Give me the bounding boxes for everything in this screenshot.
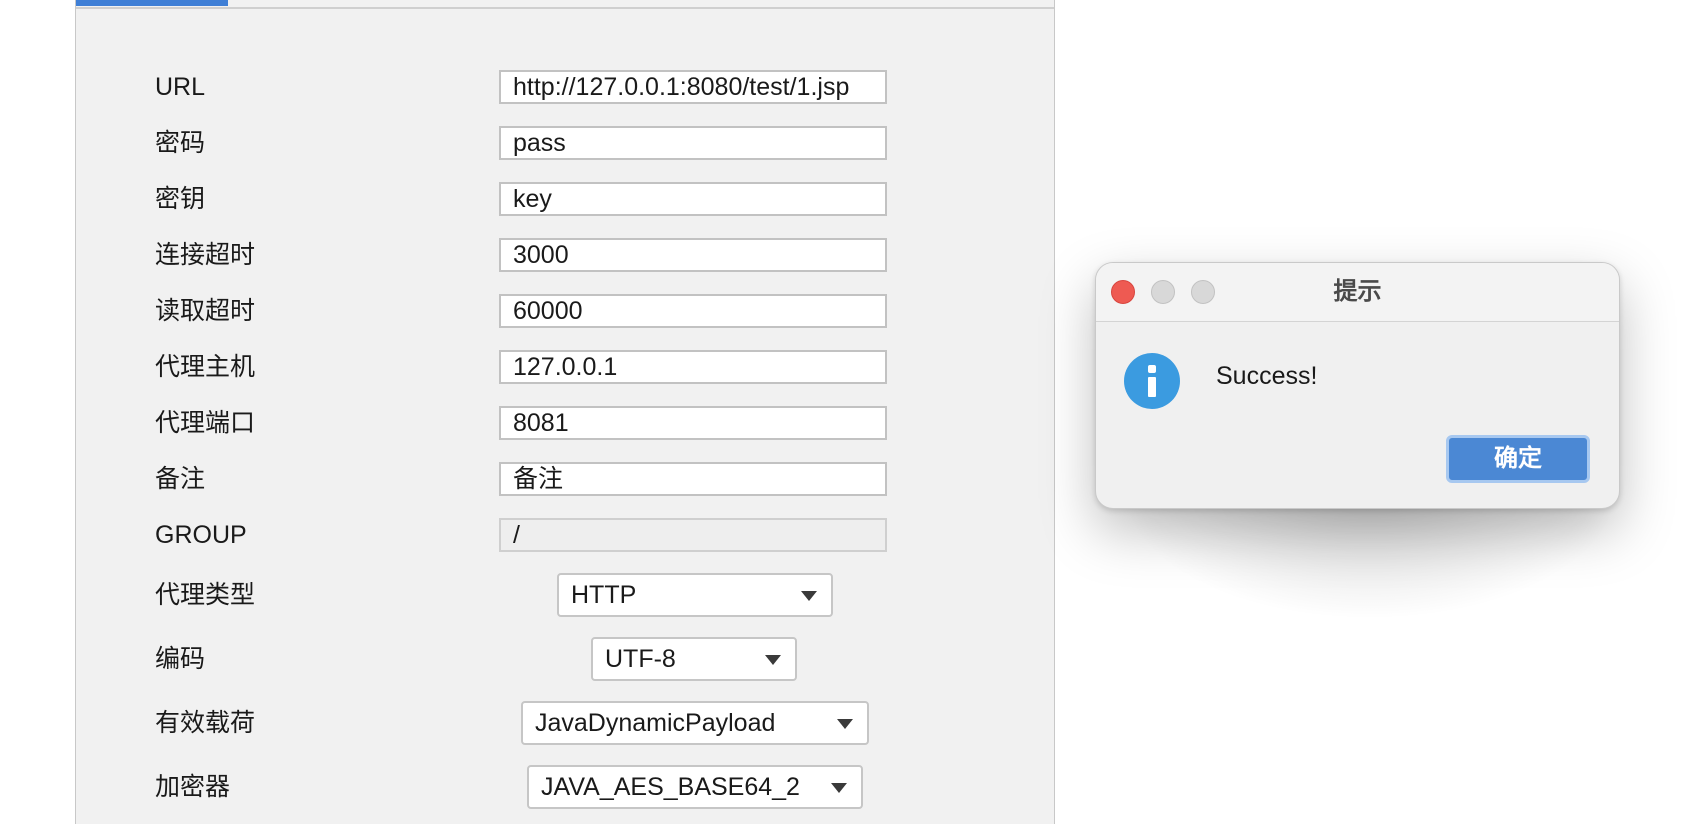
chevron-down-icon bbox=[831, 783, 847, 793]
close-window-button[interactable] bbox=[1111, 280, 1135, 304]
proxy-type-label: 代理类型 bbox=[155, 581, 256, 609]
zoom-window-button[interactable] bbox=[1191, 280, 1215, 304]
encoding-label: 编码 bbox=[155, 645, 206, 673]
shell-config-panel: URL http://127.0.0.1:8080/test/1.jsp 密码 … bbox=[75, 0, 1055, 824]
read-timeout-field[interactable]: 60000 bbox=[499, 294, 887, 328]
cryption-label: 加密器 bbox=[155, 773, 231, 801]
payload-value: JavaDynamicPayload bbox=[535, 709, 776, 737]
key-field[interactable]: key bbox=[499, 182, 887, 216]
proxy-port-label: 代理端口 bbox=[155, 409, 256, 437]
confirm-button[interactable]: 确定 bbox=[1446, 435, 1590, 483]
key-label: 密钥 bbox=[155, 185, 206, 213]
note-label: 备注 bbox=[155, 465, 206, 493]
encoding-select[interactable]: UTF-8 bbox=[591, 637, 797, 681]
proxy-host-label: 代理主机 bbox=[155, 353, 256, 381]
proxy-port-field[interactable]: 8081 bbox=[499, 406, 887, 440]
proxy-type-select[interactable]: HTTP bbox=[557, 573, 833, 617]
password-label: 密码 bbox=[155, 129, 206, 157]
connect-timeout-label: 连接超时 bbox=[155, 241, 256, 269]
dialog-message: Success! bbox=[1216, 362, 1318, 390]
tab-strip bbox=[76, 0, 1054, 9]
minimize-window-button[interactable] bbox=[1151, 280, 1175, 304]
password-field[interactable]: pass bbox=[499, 126, 887, 160]
active-tab-indicator[interactable] bbox=[76, 0, 228, 6]
message-dialog: 提示 Success! 确定 bbox=[1095, 262, 1620, 509]
read-timeout-label: 读取超时 bbox=[155, 297, 256, 325]
dialog-titlebar[interactable]: 提示 bbox=[1096, 263, 1619, 322]
cryption-select[interactable]: JAVA_AES_BASE64_2 bbox=[527, 765, 863, 809]
encoding-value: UTF-8 bbox=[605, 645, 676, 673]
cryption-value: JAVA_AES_BASE64_2 bbox=[541, 773, 800, 801]
chevron-down-icon bbox=[837, 719, 853, 729]
chevron-down-icon bbox=[801, 591, 817, 601]
group-field[interactable]: / bbox=[499, 518, 887, 552]
url-field[interactable]: http://127.0.0.1:8080/test/1.jsp bbox=[499, 70, 887, 104]
url-label: URL bbox=[155, 73, 206, 101]
chevron-down-icon bbox=[765, 655, 781, 665]
info-icon bbox=[1124, 353, 1180, 409]
payload-label: 有效载荷 bbox=[155, 709, 256, 737]
group-label: GROUP bbox=[155, 521, 247, 549]
proxy-host-field[interactable]: 127.0.0.1 bbox=[499, 350, 887, 384]
connect-timeout-field[interactable]: 3000 bbox=[499, 238, 887, 272]
proxy-type-value: HTTP bbox=[571, 581, 637, 609]
note-field[interactable]: 备注 bbox=[499, 462, 887, 496]
payload-select[interactable]: JavaDynamicPayload bbox=[521, 701, 869, 745]
